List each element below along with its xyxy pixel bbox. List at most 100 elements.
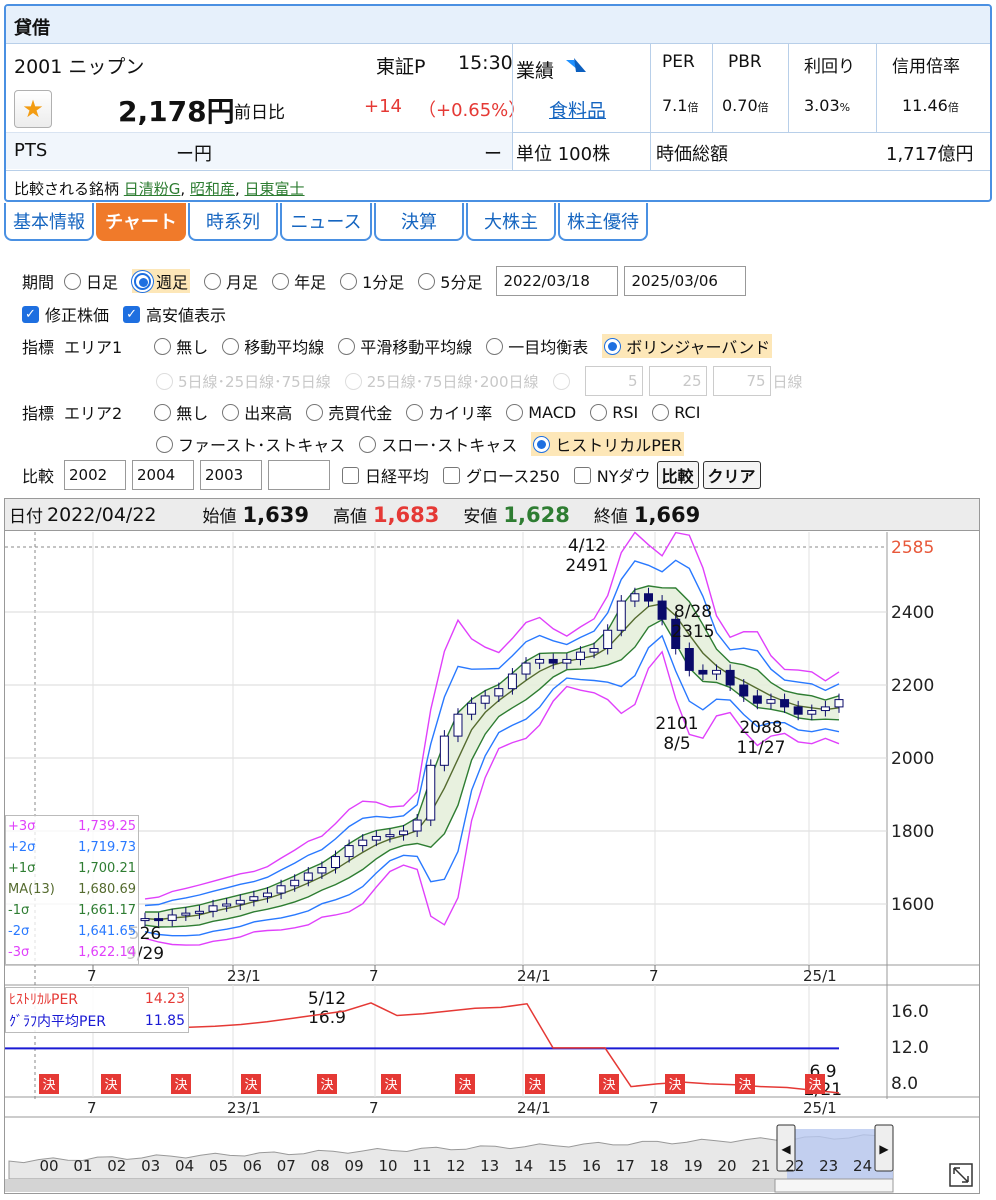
area2-rsi[interactable]: RSI — [590, 403, 638, 422]
tab-earnings[interactable]: 決算 — [374, 203, 464, 241]
compare-code-4-input[interactable] — [268, 460, 331, 490]
area2-historical-per[interactable]: ヒストリカルPER — [531, 432, 685, 456]
x-tick-label: 23/1 — [227, 1099, 261, 1117]
period-daily[interactable]: 日足 — [64, 269, 118, 293]
earnings-marker-label: 決 — [104, 1078, 117, 1093]
favorite-star-button[interactable]: ★ — [14, 90, 52, 128]
period-yearly[interactable]: 年足 — [272, 269, 326, 293]
change-label: 前日比 — [234, 103, 285, 123]
pbr-value: 0.70倍 — [722, 96, 769, 115]
area2-deviation[interactable]: カイリ率 — [406, 400, 492, 424]
candle — [712, 669, 722, 675]
tab-time-series[interactable]: 時系列 — [188, 203, 278, 241]
ma-period-3-input[interactable]: 75 — [712, 366, 771, 396]
tab-major-shareholders[interactable]: 大株主 — [466, 203, 556, 241]
date-to-input[interactable]: 2025/03/06 — [624, 266, 747, 296]
candle — [303, 872, 313, 881]
area1-moving-average[interactable]: 移動平均線 — [222, 334, 324, 358]
navigator-year-label: 18 — [650, 1157, 669, 1175]
stock-chart[interactable]: 日付 2022/04/22 始値 1,639 高値 1,683 安値 1,628 終値… — [4, 498, 980, 1194]
ma-period-2-input[interactable]: 25 — [648, 366, 707, 396]
period-weekly[interactable]: 週足 — [132, 269, 191, 293]
area1-none[interactable]: 無し — [154, 334, 208, 358]
sector-link[interactable]: 食料品 — [549, 96, 606, 123]
candle — [793, 706, 803, 715]
area1-bollinger[interactable]: ボリンジャーバンド — [602, 334, 773, 358]
x-tick-label: 7 — [87, 967, 97, 985]
area2-fast-stochastic[interactable]: ファースト･ストキャス — [156, 432, 345, 456]
navigator-year-label: 17 — [616, 1157, 635, 1175]
nikkei-checkbox[interactable]: 日経平均 — [342, 463, 429, 487]
earnings-marker-label: 決 — [738, 1078, 751, 1093]
candle — [358, 839, 368, 847]
x-tick-label: 7 — [87, 1099, 97, 1117]
nydow-checkbox[interactable]: NYダウ — [573, 463, 651, 487]
tab-news[interactable]: ニュース — [280, 203, 372, 241]
period-monthly[interactable]: 月足 — [204, 269, 258, 293]
ma-preset-long[interactable]: 25日線･75日線･200日線 — [344, 371, 539, 392]
clear-button[interactable]: クリア — [702, 461, 761, 489]
avg-per-legend-row: ｸﾞﾗﾌ内平均PER 11.85 — [9, 1013, 185, 1030]
candle — [480, 695, 490, 704]
compare-code-1-input[interactable]: 2002 — [64, 460, 127, 490]
ma-period-1-input[interactable]: 5 — [584, 366, 643, 396]
y-tick-label: 2200 — [891, 676, 934, 696]
navigator-scrollbar-track — [5, 1179, 887, 1192]
candle — [739, 684, 749, 697]
area2-volume[interactable]: 出来高 — [222, 400, 292, 424]
adjusted-price-checkbox[interactable]: ✓ 修正株価 — [22, 302, 109, 326]
ma-preset-short[interactable]: 5日線･25日線･75日線 — [156, 371, 331, 392]
y-tick-label: 2000 — [891, 749, 934, 769]
option-checks-row: ✓ 修正株価 ✓ 高安値表示 — [22, 302, 240, 326]
area1-smoothed-ma[interactable]: 平滑移動平均線 — [338, 334, 472, 358]
compare-label: 比較 — [22, 467, 55, 486]
earnings-marker-label: 決 — [244, 1078, 257, 1093]
compare-stock-link[interactable]: 日清粉G — [124, 180, 181, 198]
chart-annotation: 4/12 — [568, 536, 606, 556]
growth250-checkbox[interactable]: グロース250 — [443, 463, 560, 487]
date-from-input[interactable]: 2022/03/18 — [496, 266, 619, 296]
candle — [589, 648, 599, 653]
x-tick-label: 7 — [369, 1099, 379, 1117]
area2-none[interactable]: 無し — [154, 400, 208, 424]
area2-rci[interactable]: RCI — [652, 403, 700, 422]
area1-ichimoku[interactable]: 一目均衡表 — [486, 334, 588, 358]
market-cap-label: 時価総額 — [656, 144, 728, 165]
high-low-checkbox[interactable]: ✓ 高安値表示 — [123, 302, 226, 326]
candle — [194, 910, 204, 914]
tab-basic-info[interactable]: 基本情報 — [4, 203, 94, 241]
chart-canvas[interactable]: 2400220020001800160025857723/123/17724/1… — [5, 499, 979, 1193]
candle — [684, 648, 694, 671]
tab-shareholder-benefits[interactable]: 株主優待 — [558, 203, 648, 241]
area2-turnover[interactable]: 売買代金 — [306, 400, 392, 424]
ma-preset-custom[interactable] — [552, 372, 575, 390]
navigator-year-label: 15 — [548, 1157, 567, 1175]
candle — [467, 702, 477, 715]
area1-label: エリア1 — [64, 338, 123, 357]
earnings-marker-label: 決 — [668, 1078, 681, 1093]
performance-trend-icon[interactable] — [564, 54, 588, 81]
compare-code-3-input[interactable]: 2003 — [200, 460, 263, 490]
earnings-marker-label: 決 — [458, 1078, 471, 1093]
yield-value: 3.03% — [804, 96, 851, 115]
compare-code-2-input[interactable]: 2004 — [132, 460, 195, 490]
per-label: PER — [662, 52, 695, 72]
legend-row-minus1: -1σ 1,661.17 — [8, 903, 136, 918]
period-5min[interactable]: 5分足 — [418, 269, 482, 293]
tab-chart[interactable]: チャート — [96, 203, 186, 241]
candle — [657, 600, 667, 620]
compare-stock-link[interactable]: 昭和産 — [190, 180, 235, 198]
legend-row-plus3: +3σ 1,739.25 — [8, 819, 136, 834]
compare-button[interactable]: 比較 — [656, 461, 699, 489]
x-tick-label: 25/1 — [803, 1099, 837, 1117]
candle — [616, 600, 626, 631]
legend-row-plus2: +2σ 1,719.73 — [8, 840, 136, 855]
expand-icon[interactable] — [949, 1163, 973, 1187]
area2-slow-stochastic[interactable]: スロー･ストキャス — [359, 432, 517, 456]
pbr-label: PBR — [728, 52, 762, 72]
candle — [562, 658, 572, 664]
candle — [725, 669, 735, 686]
area2-macd[interactable]: MACD — [506, 403, 576, 422]
period-1min[interactable]: 1分足 — [340, 269, 404, 293]
compare-stock-link[interactable]: 日東富士 — [245, 180, 305, 198]
